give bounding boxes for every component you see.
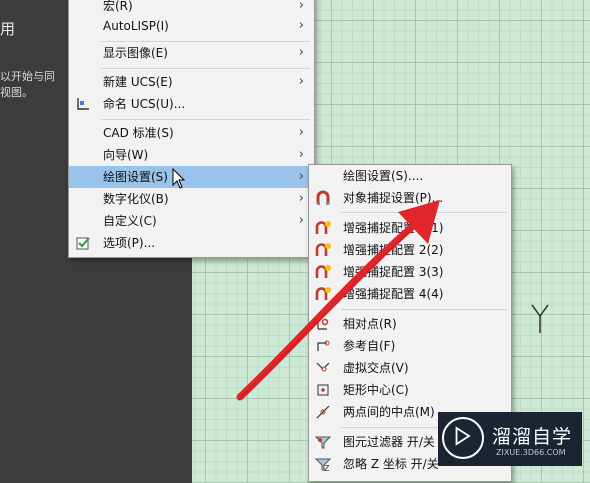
menu-item-display-image[interactable]: 显示图像(E) › (69, 42, 314, 64)
menu-item-cad-standards[interactable]: CAD 标准(S) › (69, 122, 314, 144)
menu-item-tablet[interactable]: 数字化仪(B) › (69, 188, 314, 210)
menu-item-osnap-settings[interactable]: 对象捕捉设置(P)... (309, 187, 511, 209)
submenu-arrow-icon: › (298, 74, 304, 89)
menu-item-snap-config-3[interactable]: 增强捕捉配置 3(3) (309, 261, 511, 283)
menu-item-drafting-settings-dialog[interactable]: 绘图设置(S).... (309, 165, 511, 187)
panel-text-line: 视图。 (0, 86, 33, 99)
submenu-arrow-icon: › (298, 147, 304, 162)
submenu-arrow-icon: › (298, 191, 304, 206)
relative-point-icon (315, 316, 331, 332)
osnap-magnet-icon (315, 190, 331, 206)
menu-separator (101, 119, 310, 120)
midpoint-icon (315, 404, 331, 420)
menu-item-snap-config-1[interactable]: 增强捕捉配置 1(1) (309, 217, 511, 239)
filter-z-icon: Z (315, 456, 331, 472)
menu-separator (101, 68, 310, 69)
menu-item-snap-config-2[interactable]: 增强捕捉配置 2(2) (309, 239, 511, 261)
mouse-cursor-icon (172, 168, 186, 189)
menu-item-options[interactable]: 选项(P)... (69, 232, 314, 254)
submenu-arrow-icon: › (298, 169, 304, 184)
snap-config-4-icon (315, 286, 331, 302)
logo-url: ZIXUE.3D66.COM (496, 448, 566, 457)
menu-item-snap-config-4[interactable]: 增强捕捉配置 4(4) (309, 283, 511, 305)
watermark-logo: 溜溜自学 ZIXUE.3D66.COM (438, 412, 582, 466)
play-icon (442, 417, 484, 459)
submenu-arrow-icon: › (298, 125, 304, 140)
submenu-arrow-icon: › (298, 18, 304, 33)
rectangle-center-icon (315, 382, 331, 398)
snap-config-2-icon (315, 242, 331, 258)
menu-separator (341, 309, 507, 310)
panel-text-line: 以开始与同 (0, 70, 55, 83)
apparent-intersection-icon (315, 360, 331, 376)
reference-from-icon (315, 338, 331, 354)
menu-item-from[interactable]: 参考自(F) (309, 335, 511, 357)
menu-item-named-ucs[interactable]: 命名 UCS(U)... (69, 93, 314, 115)
snap-config-1-icon (315, 220, 331, 236)
menu-item-customize[interactable]: 自定义(C) › (69, 210, 314, 232)
menu-item-drafting-settings[interactable]: 绘图设置(S) › (69, 166, 314, 188)
logo-text: 溜溜自学 (492, 426, 573, 448)
menu-item-relative-point[interactable]: 相对点(R) (309, 313, 511, 335)
menu-item-autolisp[interactable]: AutoLISP(I) › (69, 15, 314, 37)
menu-item-rectangle-center[interactable]: 矩形中心(C) (309, 379, 511, 401)
ucs-y-axis-icon (531, 304, 549, 333)
checkmark-icon (75, 235, 91, 251)
svg-text:Z: Z (324, 464, 330, 472)
snap-config-3-icon (315, 264, 331, 280)
ucs-icon (75, 96, 91, 112)
submenu-arrow-icon: › (298, 45, 304, 60)
tools-menu: 宏(R) › AutoLISP(I) › 显示图像(E) › 新建 UCS(E)… (68, 0, 315, 258)
filter-icon (315, 434, 331, 450)
menu-item-apparent-intersection[interactable]: 虚拟交点(V) (309, 357, 511, 379)
panel-title: 用 (0, 20, 16, 38)
submenu-arrow-icon: › (298, 213, 304, 228)
menu-separator (341, 212, 507, 213)
menu-item-wizards[interactable]: 向导(W) › (69, 144, 314, 166)
menu-item-new-ucs[interactable]: 新建 UCS(E) › (69, 71, 314, 93)
